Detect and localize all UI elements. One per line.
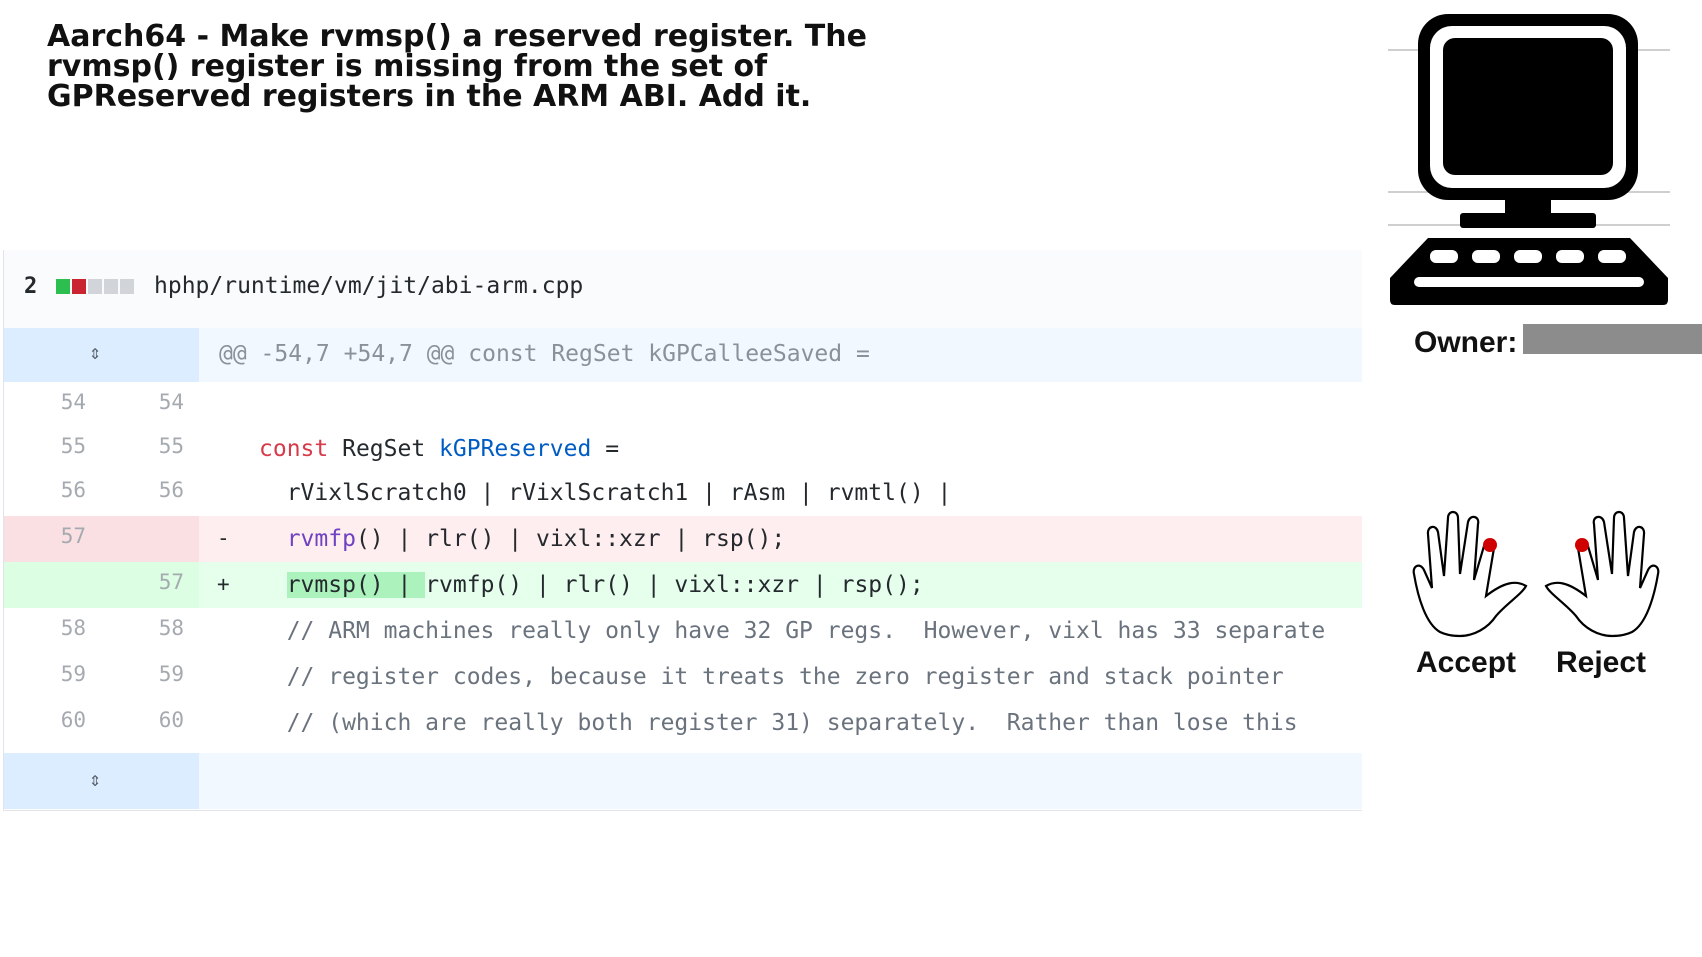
- new-line-number[interactable]: 55: [124, 434, 184, 458]
- reject-button[interactable]: Reject: [1556, 646, 1646, 680]
- diff-line: 59 59 // register codes, because it trea…: [4, 654, 1362, 700]
- diff-marker: -: [217, 526, 230, 550]
- code-line: rvmsp() | rvmfp() | rlr() | vixl::xzr | …: [259, 572, 924, 598]
- code-comment: // register codes, because it treats the…: [259, 664, 1284, 690]
- accept-button[interactable]: Accept: [1416, 646, 1516, 680]
- added-highlight: rvmsp() |: [286, 572, 426, 598]
- code-line: rvmfp() | rlr() | vixl::xzr | rsp();: [259, 526, 786, 552]
- change-count: 2: [24, 274, 38, 299]
- old-line-number[interactable]: 55: [26, 434, 86, 458]
- type-name: RegSet: [328, 436, 440, 462]
- new-line-number[interactable]: 58: [124, 616, 184, 640]
- diff-line: 54 54: [4, 382, 1362, 428]
- diff-line: 60 60 // (which are really both register…: [4, 700, 1362, 746]
- diff-line: 55 55 const RegSet kGPReserved =: [4, 426, 1362, 472]
- code-rest: rvmfp() | rlr() | vixl::xzr | rsp();: [425, 572, 924, 598]
- identifier: kGPReserved: [439, 436, 592, 462]
- old-line-number[interactable]: 60: [26, 708, 86, 732]
- diffstat-block: [72, 279, 86, 294]
- expand-up-icon[interactable]: ⇕: [89, 340, 101, 364]
- old-line-number[interactable]: 54: [26, 390, 86, 414]
- page-title: Aarch64 - Make rvmsp() a reserved regist…: [47, 19, 867, 114]
- new-line-number[interactable]: 59: [124, 662, 184, 686]
- expand-up-gutter[interactable]: ⇕: [4, 328, 199, 382]
- hunk-header-row: ⇕ @@ -54,7 +54,7 @@ const RegSet kGPCall…: [4, 328, 1362, 382]
- diffstat-block: [120, 279, 134, 294]
- diff-line-deleted: 57 - rvmfp() | rlr() | vixl::xzr | rsp()…: [4, 516, 1362, 562]
- hunk-header: @@ -54,7 +54,7 @@ const RegSet kGPCallee…: [219, 341, 870, 367]
- code-comment: // ARM machines really only have 32 GP r…: [259, 618, 1326, 644]
- hand-right-icon[interactable]: [1540, 500, 1662, 640]
- diffstat-block: [56, 279, 70, 294]
- file-header: 2 hphp/runtime/vm/jit/abi-arm.cpp: [4, 250, 1362, 329]
- file-path[interactable]: hphp/runtime/vm/jit/abi-arm.cpp: [154, 273, 583, 299]
- diff-line: 56 56 rVixlScratch0 | rVixlScratch1 | rA…: [4, 470, 1362, 516]
- old-line-number[interactable]: 57: [26, 524, 86, 548]
- owner-redaction: [1523, 324, 1702, 354]
- diff-marker: +: [217, 572, 230, 596]
- old-line-number[interactable]: 59: [26, 662, 86, 686]
- expand-footer-row: ⇕: [4, 753, 1362, 809]
- diff-line-added: 57 + rvmsp() | rvmfp() | rlr() | vixl::x…: [4, 562, 1362, 608]
- new-line-number[interactable]: 54: [124, 390, 184, 414]
- new-line-number[interactable]: 57: [124, 570, 184, 594]
- code-rest: () | rlr() | vixl::xzr | rsp();: [355, 526, 786, 552]
- diffstat: [56, 279, 136, 295]
- code-line: rVixlScratch0 | rVixlScratch1 | rAsm | r…: [259, 480, 952, 506]
- hand-left-icon[interactable]: [1410, 500, 1532, 640]
- new-line-number[interactable]: 56: [124, 478, 184, 502]
- computer-icon: [1388, 14, 1670, 305]
- code-line: const RegSet kGPReserved =: [259, 436, 619, 462]
- diffstat-block: [88, 279, 102, 294]
- diff-line: 58 58 // ARM machines really only have 3…: [4, 608, 1362, 654]
- owner-label: Owner:: [1414, 326, 1518, 359]
- code-rest: =: [591, 436, 620, 462]
- expand-down-icon[interactable]: ⇕: [89, 767, 101, 791]
- diff-panel: 2 hphp/runtime/vm/jit/abi-arm.cpp ⇕ @@ -…: [3, 250, 1362, 811]
- new-line-number[interactable]: 60: [124, 708, 184, 732]
- diffstat-block: [104, 279, 118, 294]
- old-line-number[interactable]: 58: [26, 616, 86, 640]
- code-comment: // (which are really both register 31) s…: [259, 710, 1298, 736]
- function-name: rvmfp: [286, 526, 356, 552]
- expand-down-gutter[interactable]: ⇕: [4, 753, 199, 809]
- keyword: const: [259, 436, 329, 462]
- old-line-number[interactable]: 56: [26, 478, 86, 502]
